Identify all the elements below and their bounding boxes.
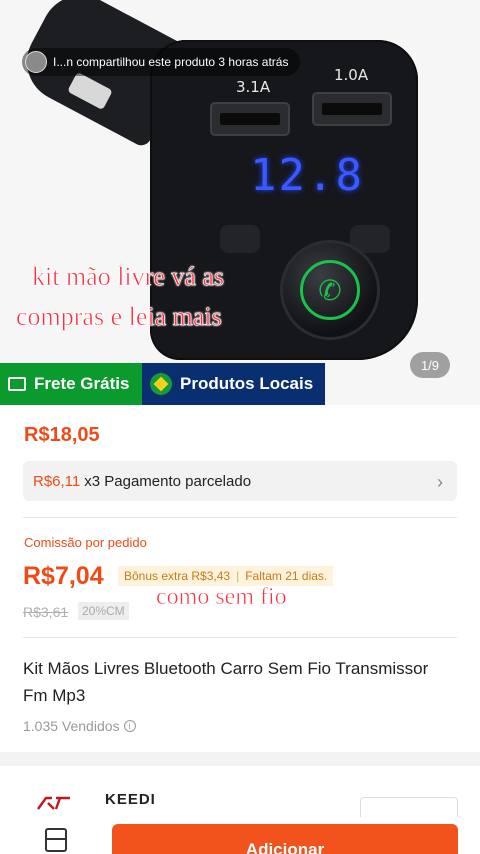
bonus-separator: | [236, 569, 240, 583]
usb-port-right [312, 92, 392, 126]
usb-right-label: 1.0A [334, 66, 369, 84]
truck-icon [8, 377, 26, 391]
display-value: 12.8 [250, 150, 364, 201]
installment-row[interactable]: R$6,11 x3 Pagamento parcelado › [23, 461, 457, 501]
info-icon[interactable]: i [123, 720, 136, 732]
days-left-text: Faltam 21 dias. [245, 569, 328, 583]
commission-label: Comissão por pedido [24, 535, 147, 550]
bonus-text: Bônus extra R$3,43 [124, 569, 231, 583]
installment-amount: R$6,11 [33, 472, 81, 490]
overlay-caption-line2: compras e leia mais [16, 302, 222, 332]
usb-port-left [210, 102, 290, 136]
avatar [25, 51, 47, 73]
prev-button-shape [220, 225, 260, 253]
chevron-right-icon: › [437, 472, 443, 492]
divider [23, 637, 457, 638]
share-text: I...n compartilhou este produto 3 horas … [53, 55, 289, 69]
store-name[interactable]: KEEDI [105, 791, 156, 808]
local-products-label: Produtos Locais [180, 374, 314, 393]
led-display: 12.8 [250, 150, 362, 210]
bonus-badge: Bônus extra R$3,43 | Faltam 21 dias. [118, 566, 334, 586]
free-shipping-tag: Frete Grátis [0, 363, 142, 405]
store-icon[interactable] [45, 828, 67, 852]
product-title: Kit Mãos Livres Bluetooth Carro Sem Fio … [23, 659, 429, 705]
section-gap [0, 752, 480, 766]
overlay-caption-line3: como sem fio [156, 584, 287, 611]
free-shipping-label: Frete Grátis [34, 374, 130, 393]
overlay-caption-line1: kit mão livre vá as [32, 262, 225, 292]
divider [23, 517, 457, 518]
image-page-counter: 1/9 [410, 352, 450, 378]
cm-badge: 20%CM [78, 602, 129, 620]
share-notification: I...n compartilhou este produto 3 horas … [22, 48, 301, 76]
old-commission: R$3,61 [23, 604, 69, 620]
product-image-carousel[interactable]: 3.1A 1.0A 12.8 ✆ I...n compartilhou este… [0, 0, 480, 405]
product-price: R$18,05 [24, 424, 100, 446]
sold-count: 1.035 Vendidos i [23, 718, 136, 734]
usb-left-label: 3.1A [236, 78, 271, 96]
commission-value: R$7,04 [23, 562, 104, 590]
tag-row: Frete Grátis Produtos Locais [0, 363, 325, 405]
brazil-flag-icon [150, 373, 172, 395]
store-logo-icon [37, 796, 70, 810]
store-logo [34, 795, 74, 811]
add-button[interactable]: Adicionar [112, 824, 458, 854]
store-action-button[interactable] [360, 797, 458, 817]
local-products-tag: Produtos Locais [142, 363, 325, 405]
sold-count-text: 1.035 Vendidos [23, 718, 120, 734]
installment-text: x3 Pagamento parcelado [84, 472, 252, 490]
phone-call-icon: ✆ [300, 260, 360, 320]
